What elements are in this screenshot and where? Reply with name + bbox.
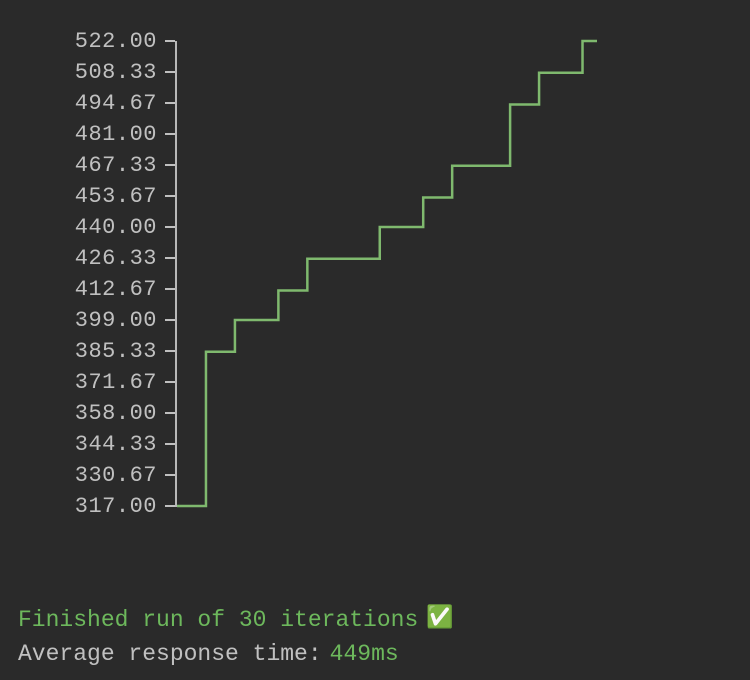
ascii-chart: 522.00 508.33 494.67 481.00 467.33 453.67 440.… xyxy=(0,30,750,550)
y-tick-label: 371.67 xyxy=(0,367,175,397)
y-tick-label: 467.33 xyxy=(0,150,175,180)
tick-mark xyxy=(165,133,175,135)
y-tick-value: 330.67 xyxy=(75,463,157,488)
y-tick-label: 494.67 xyxy=(0,88,175,118)
tick-mark xyxy=(165,443,175,445)
y-tick-label: 481.00 xyxy=(0,119,175,149)
y-tick-value: 344.33 xyxy=(75,432,157,457)
y-tick-value: 440.00 xyxy=(75,215,157,240)
y-tick-value: 522.00 xyxy=(75,29,157,54)
finished-text: Finished run of 30 iterations xyxy=(18,604,418,636)
tick-mark xyxy=(165,412,175,414)
tick-mark xyxy=(165,381,175,383)
y-tick-value: 358.00 xyxy=(75,401,157,426)
y-tick-value: 481.00 xyxy=(75,122,157,147)
tick-mark xyxy=(165,350,175,352)
tick-mark xyxy=(165,319,175,321)
y-tick-value: 371.67 xyxy=(75,370,157,395)
check-icon: ✅ xyxy=(426,604,453,635)
y-axis: 522.00 508.33 494.67 481.00 467.33 453.67 440.… xyxy=(0,30,175,550)
y-tick-value: 494.67 xyxy=(75,91,157,116)
status-section: Finished run of 30 iterations ✅ Average … xyxy=(18,604,454,670)
y-tick-label: 522.00 xyxy=(0,26,175,56)
y-tick-label: 385.33 xyxy=(0,336,175,366)
avg-value: 449ms xyxy=(330,638,399,670)
y-tick-label: 440.00 xyxy=(0,212,175,242)
y-tick-label: 412.67 xyxy=(0,274,175,304)
avg-response-line: Average response time: 449ms xyxy=(18,638,454,670)
y-tick-value: 412.67 xyxy=(75,277,157,302)
tick-mark xyxy=(165,195,175,197)
y-tick-value: 317.00 xyxy=(75,494,157,519)
y-tick-label: 426.33 xyxy=(0,243,175,273)
y-tick-label: 344.33 xyxy=(0,429,175,459)
y-tick-label: 317.00 xyxy=(0,491,175,521)
tick-mark xyxy=(165,288,175,290)
tick-mark xyxy=(165,71,175,73)
y-tick-value: 385.33 xyxy=(75,339,157,364)
chart-line xyxy=(177,41,597,506)
y-tick-value: 453.67 xyxy=(75,184,157,209)
line-chart-svg xyxy=(177,30,597,520)
y-tick-label: 330.67 xyxy=(0,460,175,490)
y-tick-label: 453.67 xyxy=(0,181,175,211)
tick-mark xyxy=(165,226,175,228)
y-tick-label: 399.00 xyxy=(0,305,175,335)
y-tick-label: 508.33 xyxy=(0,57,175,87)
y-tick-label: 358.00 xyxy=(0,398,175,428)
y-tick-value: 399.00 xyxy=(75,308,157,333)
y-tick-value: 508.33 xyxy=(75,60,157,85)
finished-status: Finished run of 30 iterations ✅ xyxy=(18,604,454,636)
avg-label: Average response time: xyxy=(18,638,322,670)
tick-mark xyxy=(165,474,175,476)
plot-area xyxy=(177,30,597,520)
y-tick-value: 467.33 xyxy=(75,153,157,178)
tick-mark xyxy=(165,40,175,42)
tick-mark xyxy=(165,164,175,166)
tick-mark xyxy=(165,102,175,104)
y-tick-value: 426.33 xyxy=(75,246,157,271)
tick-mark xyxy=(165,257,175,259)
tick-mark xyxy=(165,505,175,507)
